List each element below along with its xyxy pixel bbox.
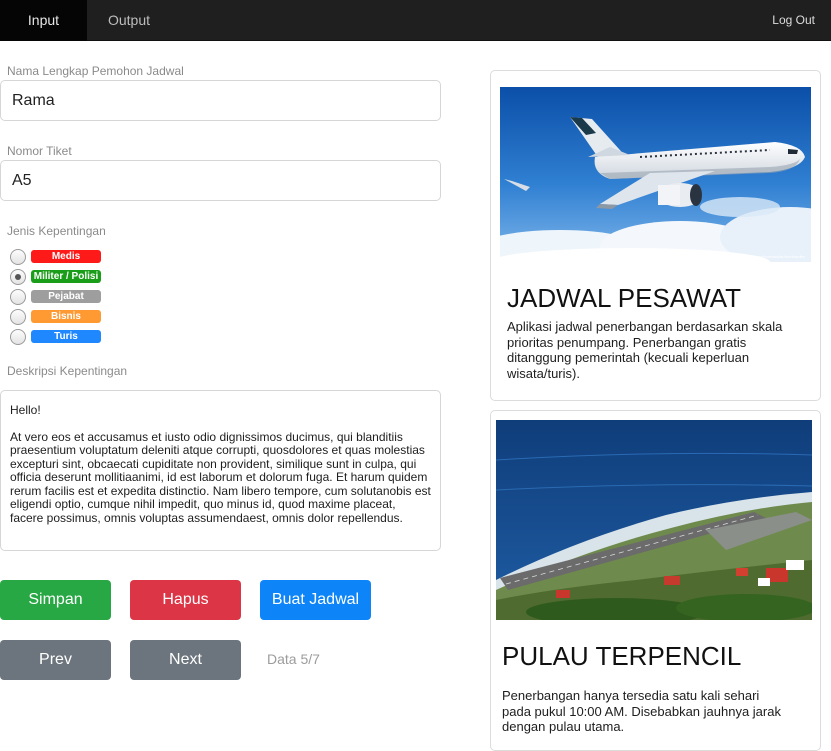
prev-button[interactable]: Prev: [0, 640, 111, 680]
card-text-island: Penerbangan hanya tersedia satu kali seh…: [502, 688, 781, 734]
tab-input[interactable]: Input: [0, 0, 87, 41]
card-title-flight: JADWAL PESAWAT: [507, 283, 742, 313]
description-label: Deskripsi Kepentingan: [7, 364, 128, 378]
card-remote-island: PULAU TERPENCIL Penerbangan hanya tersed…: [490, 410, 821, 751]
interest-pill-pejabat: Pejabat: [31, 290, 101, 303]
radio-medis[interactable]: [10, 249, 26, 265]
island-image: [496, 420, 812, 620]
description-body: At vero eos et accusamus et iusto odio d…: [10, 429, 431, 525]
image-credit: © pictures/bombardier/bombardier: [744, 254, 805, 259]
interest-pill-turis: Turis: [31, 330, 101, 343]
airplane-image: © pictures/bombardier/bombardier: [500, 87, 811, 262]
interest-pill-militer: Militer / Polisi: [31, 270, 101, 283]
description-textarea[interactable]: Hello! At vero eos et accusamus et iusto…: [0, 390, 441, 551]
top-navbar: Input Output Log Out: [0, 0, 831, 41]
logout-link[interactable]: Log Out: [772, 0, 815, 41]
name-label: Nama Lengkap Pemohon Jadwal: [7, 64, 184, 78]
delete-button[interactable]: Hapus: [130, 580, 241, 620]
card-title-island: PULAU TERPENCIL: [502, 641, 742, 671]
ticket-label: Nomor Tiket: [7, 144, 72, 158]
next-button[interactable]: Next: [130, 640, 241, 680]
create-schedule-button[interactable]: Buat Jadwal: [260, 580, 371, 620]
tab-output[interactable]: Output: [87, 0, 171, 41]
ticket-input[interactable]: [0, 160, 441, 201]
description-greeting: Hello!: [10, 403, 41, 417]
interest-label: Jenis Kepentingan: [7, 224, 106, 238]
radio-turis[interactable]: [10, 329, 26, 345]
radio-pejabat[interactable]: [10, 289, 26, 305]
card-text-flight: Aplikasi jadwal penerbangan berdasarkan …: [507, 319, 783, 381]
interest-pill-medis: Medis: [31, 250, 101, 263]
save-button[interactable]: Simpan: [0, 580, 111, 620]
radio-militer[interactable]: [10, 269, 26, 285]
interest-pill-bisnis: Bisnis: [31, 310, 101, 323]
name-input[interactable]: [0, 80, 441, 121]
record-counter: Data 5/7: [267, 651, 320, 667]
card-flight-schedule: © pictures/bombardier/bombardier JADWAL …: [490, 70, 821, 401]
radio-bisnis[interactable]: [10, 309, 26, 325]
